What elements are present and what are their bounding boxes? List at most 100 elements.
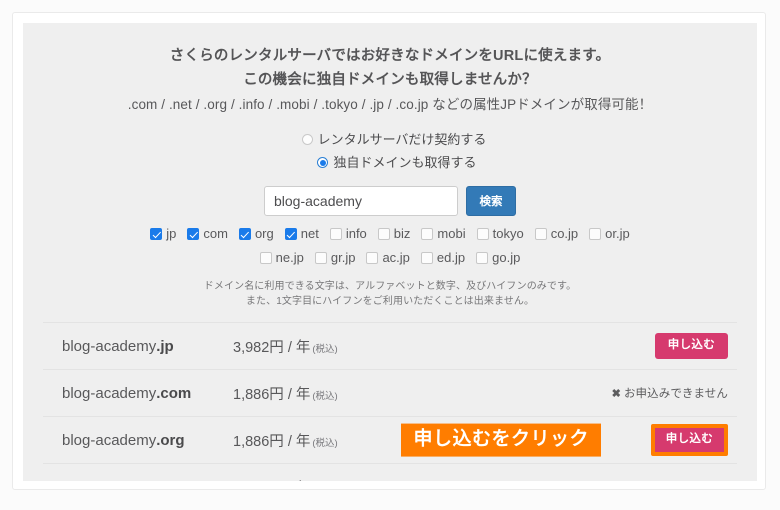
tld-label: org [254,226,274,241]
radio-icon-selected[interactable] [317,157,329,168]
tld-label: com [203,226,228,241]
domain-base: blog-academy [62,337,157,355]
tld-checkbox-row-2: ne.jp gr.jp ac.jp ed.jp go.jp [23,249,757,267]
domain-search-panel: さくらのレンタルサーバではお好きなドメインをURLに使えます。 この機会に独自ド… [23,23,757,481]
status-badge-unavailable: ✖お申込みできません [612,479,728,481]
radio-option-server-only[interactable]: レンタルサーバだけ契約する [23,130,757,150]
apply-button[interactable]: 申し込む [654,333,728,359]
tld-label: info [345,226,367,241]
tld-checkbox-info[interactable]: info [329,226,367,242]
table-row: blog-academy.net 1,886円 / 年(税込) ✖お申込みできま… [43,463,737,481]
tld-checkbox-grjp[interactable]: gr.jp [314,250,356,266]
domain-tld: .jp [156,337,174,355]
result-action-slot: 申し込む [650,424,737,456]
checkbox-icon-unchecked[interactable] [366,252,379,264]
result-domain-name: blog-academy.org [43,432,233,449]
note-line-1: ドメイン名に利用できる文字は、アルファベットと数字、及びハイフンのみです。 [203,281,577,292]
price-amount: 3,982円 / 年 [233,339,311,356]
tld-checkbox-orjp[interactable]: or.jp [589,226,630,242]
domain-base: blog-academy [62,384,157,402]
result-price: 1,886円 / 年(税込) [233,477,463,482]
tld-checkbox-acjp[interactable]: ac.jp [366,250,410,266]
intro-line-1: さくらのレンタルサーバではお好きなドメインをURLに使えます。 [169,48,611,64]
tld-label: ac.jp [382,250,410,265]
table-row: blog-academy.jp 3,982円 / 年 (税込) 申し込む [43,322,737,369]
result-price: 1,886円 / 年(税込) [233,383,463,404]
checkbox-icon-unchecked[interactable] [314,252,327,264]
tld-checkbox-org[interactable]: org [238,226,274,242]
checkbox-icon-checked[interactable] [187,228,200,240]
plan-radio-group: レンタルサーバだけ契約する 独自ドメインも取得する [23,130,757,173]
radio-label-with-domain: 独自ドメインも取得する [333,155,477,170]
status-badge-unavailable: ✖お申込みできません [612,385,728,401]
tld-checkbox-net[interactable]: net [284,226,319,242]
tld-checkbox-mobi[interactable]: mobi [421,226,466,242]
unavailable-label: お申込みできません [623,388,728,400]
table-row: blog-academy.org 1,886円 / 年 (税込) 申し込むをクリッ… [43,416,737,463]
checkbox-icon-unchecked[interactable] [421,228,434,240]
result-price: 3,982円 / 年 (税込) [233,336,463,357]
cross-icon: ✖ [611,388,621,400]
result-action-slot: ✖お申込みできません [612,479,737,481]
result-action-slot: 申し込む [654,333,737,359]
domain-base: blog-academy [62,479,156,482]
tld-label: tokyo [492,226,524,241]
annotation-callout: 申し込むをクリック [401,423,601,457]
domain-tld: .org [156,431,185,449]
radio-option-with-domain[interactable]: 独自ドメインも取得する [23,153,757,173]
tld-label: net [300,226,319,241]
result-domain-name: blog-academy.net [43,479,233,482]
tld-label: mobi [437,226,466,241]
radio-label-server-only: レンタルサーバだけ契約する [317,132,487,147]
tld-checkbox-gojp[interactable]: go.jp [476,250,520,266]
tld-label: co.jp [550,226,579,241]
price-tax-note: (税込) [312,343,338,355]
result-domain-name: blog-academy.com [43,385,233,402]
tld-checkbox-nejp[interactable]: ne.jp [259,250,304,266]
tld-checkbox-row-1: jp com org net info biz mobi tokyo co.jp or.jp [23,225,757,243]
checkbox-icon-unchecked[interactable] [476,252,489,264]
tld-checkbox-com[interactable]: com [187,226,228,242]
page-frame: さくらのレンタルサーバではお好きなドメインをURLに使えます。 この機会に独自ド… [12,12,766,490]
checkbox-icon-unchecked[interactable] [329,228,342,240]
result-action-slot: ✖お申込みできません [612,385,737,401]
price-amount: 1,886円 / 年 [233,386,311,403]
tld-label: ed.jp [436,250,466,265]
tld-label: gr.jp [330,250,356,265]
intro-text-block: さくらのレンタルサーバではお好きなドメインをURLに使えます。 この機会に独自ド… [23,23,757,116]
intro-line-2: この機会に独自ドメインも取得しませんか？ [243,72,537,88]
tld-checkbox-jp[interactable]: jp [150,226,176,242]
domain-results-list: blog-academy.jp 3,982円 / 年 (税込) 申し込む blog… [23,322,757,481]
note-line-2: また、1文字目にハイフンをご利用いただくことは出来ません。 [245,296,535,307]
price-amount: 1,886円 / 年 [233,481,310,482]
radio-icon-unselected[interactable] [301,134,313,145]
domain-search-row: 検索 [23,186,757,216]
domain-search-input[interactable] [264,186,458,216]
tld-label: biz [393,226,411,241]
checkbox-icon-unchecked[interactable] [589,228,602,240]
domain-rules-note: ドメイン名に利用できる文字は、アルファベットと数字、及びハイフンのみです。 また… [23,279,757,309]
tld-label: jp [166,226,177,241]
domain-tld: .com [156,384,192,402]
checkbox-icon-unchecked[interactable] [420,252,433,264]
tld-label: or.jp [605,226,630,241]
tld-checkbox-biz[interactable]: biz [377,226,411,242]
checkbox-icon-unchecked[interactable] [259,252,272,264]
checkbox-icon-checked[interactable] [284,228,297,240]
tld-checkbox-tokyo[interactable]: tokyo [476,226,524,242]
checkbox-icon-unchecked[interactable] [534,228,547,240]
domain-base: blog-academy [62,431,157,449]
tld-checkbox-cojp[interactable]: co.jp [534,226,579,242]
apply-button-highlighted[interactable]: 申し込む [650,424,728,456]
checkbox-icon-unchecked[interactable] [377,228,390,240]
result-domain-name: blog-academy.jp [43,338,233,355]
tld-label: go.jp [492,250,521,265]
tld-label: ne.jp [275,250,304,265]
tld-checkbox-edjp[interactable]: ed.jp [420,250,466,266]
table-row: blog-academy.com 1,886円 / 年 (税込) ✖ お申込みできま… [43,369,737,416]
checkbox-icon-checked[interactable] [238,228,251,240]
search-button[interactable]: 検索 [466,186,516,216]
price-tax-note: (税込) [312,437,338,449]
checkbox-icon-unchecked[interactable] [476,228,489,240]
checkbox-icon-checked[interactable] [150,228,163,240]
